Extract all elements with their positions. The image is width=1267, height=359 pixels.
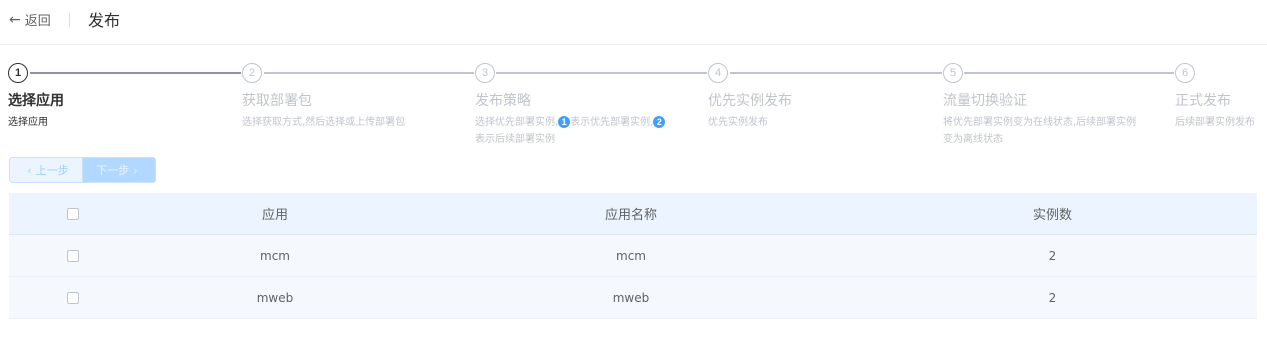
step-connector [496,72,707,74]
column-header-app: 应用 [261,208,288,223]
row-select-cell [9,249,136,262]
cell-app-name: mweb [612,290,650,305]
step-3-desc-line2: 表示后续部署实例 [475,134,555,145]
page-title: 发布 [88,11,121,30]
table-row[interactable]: mweb mweb 2 [9,277,1257,319]
step-connector [964,72,1174,74]
step-4-desc: 优先实例发布 [708,117,768,128]
step-connector [264,72,474,74]
cell-app: mcm [260,248,290,263]
top-bar: ← 返回 发布 [0,0,1267,45]
step-4-number: 4 [708,63,728,83]
step-3-title: 发布策略 [475,93,531,109]
row-checkbox[interactable] [66,291,79,304]
cell-app-name: mcm [616,248,646,263]
divider [69,13,70,27]
next-step-label: 下一步 [96,164,130,177]
chevron-right-icon: › [133,163,138,177]
step-connector [730,72,942,74]
table-row[interactable]: mcm mcm 2 [9,235,1257,277]
column-header-instances: 实例数 [1032,208,1072,223]
cell-app: mweb [256,290,294,305]
step-5-desc: 将优先部署实例变为在线状态,后续部署实例 变为离线状态 [943,114,1136,148]
step-3-desc-prefix: 选择优先部署实例, [475,117,559,128]
step-1-number: 1 [8,63,28,83]
arrow-left-icon: ← [9,11,21,28]
back-button[interactable]: ← 返回 [9,10,51,30]
step-6-title: 正式发布 [1175,93,1231,109]
step-5-number: 5 [943,63,963,83]
step-5-desc-line1: 将优先部署实例变为在线状态,后续部署实例 [943,117,1137,128]
cell-instances: 2 [1048,290,1057,305]
prev-step-button[interactable]: ‹ 上一步 [9,157,83,183]
step-navigation: ‹ 上一步 下一步 › [9,157,156,183]
row-checkbox[interactable] [66,249,79,262]
table-header: 应用 应用名称 实例数 [9,193,1257,235]
column-header-app-name: 应用名称 [604,208,657,223]
chevron-left-icon: ‹ [27,163,32,177]
step-3-desc-mid: 表示优先部署实例, [570,117,654,128]
step-5-desc-line2: 变为离线状态 [943,134,1003,145]
select-all-checkbox[interactable] [66,207,79,220]
step-2-number: 2 [242,63,262,83]
back-label: 返回 [24,14,51,29]
row-select-cell [9,291,136,304]
step-1-desc: 选择应用 [8,117,48,128]
prev-step-label: 上一步 [35,164,69,177]
step-3-number: 3 [475,63,495,83]
number-1-badge: 1 [558,116,571,128]
step-1-title: 选择应用 [8,93,64,109]
step-2-title: 获取部署包 [242,93,312,109]
step-connector [30,72,241,74]
select-all-cell [9,207,136,220]
cell-instances: 2 [1048,248,1057,263]
step-6-number: 6 [1175,63,1195,83]
step-2-desc: 选择获取方式,然后选择或上传部署包 [242,117,406,128]
step-4-title: 优先实例发布 [708,93,792,109]
number-2-badge: 2 [653,116,666,128]
app-table: 应用 应用名称 实例数 mcm mcm 2 mweb mweb 2 [9,193,1257,319]
next-step-button[interactable]: 下一步 › [83,157,156,183]
step-3-desc: 选择优先部署实例, 1 表示优先部署实例, 2 表示后续部署实例 [475,114,666,148]
step-5-title: 流量切换验证 [943,93,1027,109]
steps-bar: 1 选择应用 选择应用 2 获取部署包 选择获取方式,然后选择或上传部署包 3 … [0,62,1267,152]
step-6-desc: 后续部署实例发布 [1175,117,1255,128]
